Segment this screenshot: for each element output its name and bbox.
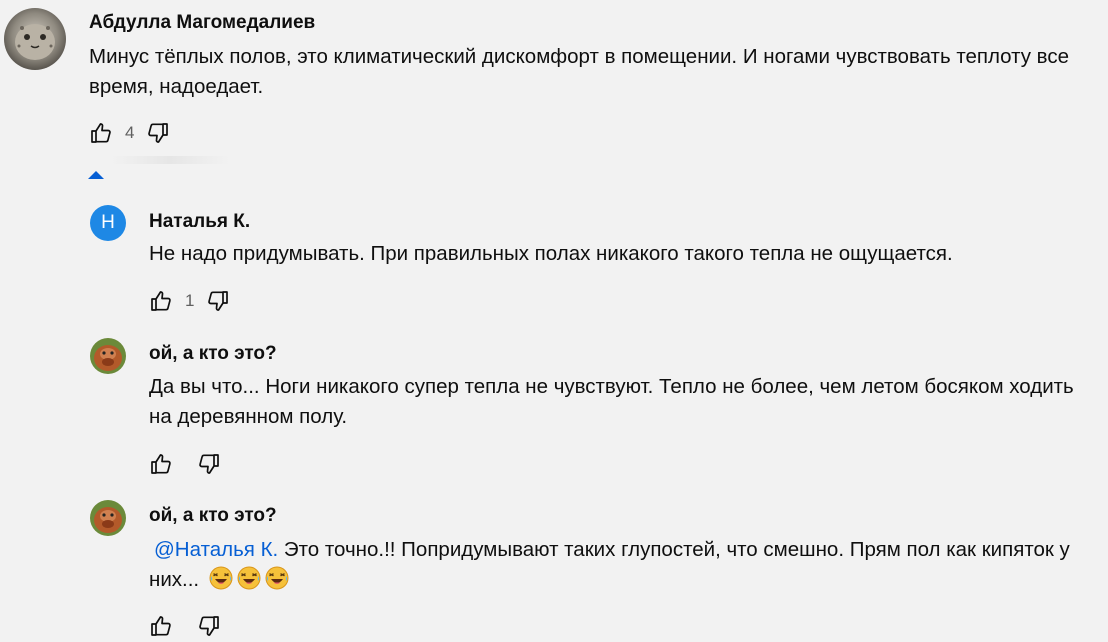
- thumb-down-icon: [197, 614, 221, 638]
- avatar-image: [90, 338, 126, 374]
- hide-replies-button[interactable]: [80, 163, 250, 187]
- like-button[interactable]: [149, 289, 173, 313]
- avatar-image: [90, 500, 126, 536]
- dislike-button[interactable]: [197, 452, 221, 476]
- comment-text: Да вы что... Ноги никакого супер тепла н…: [149, 375, 1074, 428]
- dislike-button[interactable]: [146, 121, 170, 145]
- comment-author[interactable]: ой, а кто это?: [149, 505, 277, 527]
- avatar-image: [4, 8, 66, 70]
- comment-actions: 1: [149, 289, 230, 313]
- reply: ой, а кто это? @Наталья К. Это точно.!! …: [0, 492, 1108, 642]
- mention-link[interactable]: @Наталья К.: [154, 538, 278, 561]
- avatar[interactable]: [90, 338, 126, 374]
- dislike-button[interactable]: [206, 289, 230, 313]
- reply: Н Наталья К. Не надо придумывать. При пр…: [0, 190, 1108, 325]
- avatar[interactable]: [90, 500, 126, 536]
- comment-thread: Абдулла Магомедалиев Минус тёплых полов,…: [0, 0, 1108, 180]
- comment-text: @Наталья К. Это точно.!! Попридумывают т…: [149, 535, 1104, 595]
- laughing-face-emoji: [237, 566, 261, 590]
- thumb-down-icon: [197, 452, 221, 476]
- comment-author[interactable]: Наталья К.: [149, 211, 250, 233]
- comment-author[interactable]: ой, а кто это?: [149, 343, 277, 365]
- like-count: 4: [125, 123, 135, 142]
- like-button[interactable]: [89, 121, 113, 145]
- avatar[interactable]: [4, 8, 66, 70]
- avatar[interactable]: Н: [90, 205, 126, 241]
- like-button[interactable]: [149, 614, 173, 638]
- thumb-up-icon: [149, 614, 173, 638]
- caret-up-icon: [88, 171, 104, 179]
- like-button[interactable]: [149, 452, 173, 476]
- like-count: 1: [185, 291, 195, 310]
- reply: ой, а кто это? Да вы что... Ноги никаког…: [0, 330, 1108, 490]
- thumb-up-icon: [149, 289, 173, 313]
- thumb-down-icon: [146, 121, 170, 145]
- comment-author[interactable]: Абдулла Магомедалиев: [89, 12, 315, 34]
- dislike-button[interactable]: [197, 614, 221, 638]
- thumb-up-icon: [89, 121, 113, 145]
- comment-text: Не надо придумывать. При правильных пола…: [149, 242, 953, 265]
- thumb-up-icon: [149, 452, 173, 476]
- laughing-face-emoji: [209, 566, 233, 590]
- comment-actions: [149, 614, 221, 638]
- comment-text: Минус тёплых полов, это климатический ди…: [89, 45, 1069, 98]
- comment-actions: 4: [89, 121, 170, 145]
- avatar-letter: Н: [101, 212, 115, 233]
- thumb-down-icon: [206, 289, 230, 313]
- comment-actions: [149, 452, 221, 476]
- laughing-face-emoji: [265, 566, 289, 590]
